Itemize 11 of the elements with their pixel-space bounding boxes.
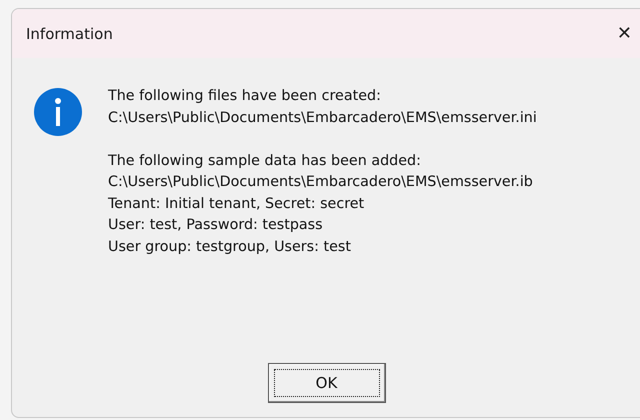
message-line: User: test, Password: testpass: [108, 216, 324, 235]
message-line: Tenant: Initial tenant, Secret: secret: [108, 194, 366, 214]
message-line: The following sample data has been added:: [108, 152, 422, 170]
message-line: User group: testgroup, Users: test: [108, 238, 352, 256]
message-line: The following files have been created:: [108, 87, 382, 106]
ok-button[interactable]: OK: [268, 363, 386, 403]
window-title: Information: [26, 24, 113, 42]
close-button[interactable]: ✕: [612, 23, 636, 44]
message-line: C:\Users\Public\Documents\Embarcadero\EMS\emsserver.ini: [108, 108, 537, 128]
message-line: C:\Users\Public\Documents\Embarcadero\EMS\emsserver.ib: [108, 173, 534, 192]
info-icon: [34, 88, 82, 136]
